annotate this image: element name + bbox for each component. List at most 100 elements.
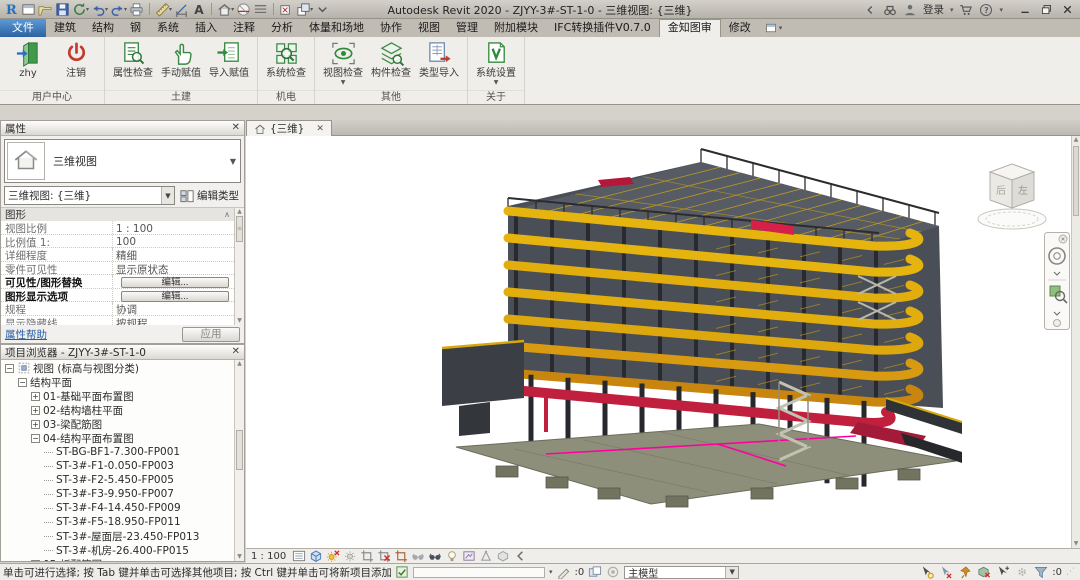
type-selector[interactable]: 三维视图 ▼ — [4, 139, 241, 183]
design-options-dropdown-icon[interactable]: ▼ — [725, 567, 738, 578]
tree-item[interactable]: −04-结构平面布置图 — [1, 431, 234, 445]
property-row[interactable]: 可见性/图形替换编辑... — [1, 275, 234, 289]
login-dropdown-icon[interactable]: ▾ — [950, 6, 954, 14]
view-check-button[interactable]: 视图检查▼ — [319, 39, 367, 86]
type-import-button[interactable]: 类型导入 — [415, 39, 463, 79]
help-dropdown-icon[interactable]: ▾ — [999, 6, 1003, 14]
revit-logo-icon[interactable]: R — [4, 1, 19, 17]
property-value[interactable]: 100 — [113, 236, 234, 248]
property-value[interactable]: 编辑... — [113, 291, 234, 302]
property-row[interactable]: 零件可见性显示原状态 — [1, 262, 234, 276]
properties-scrollbar[interactable]: ▲ ≡ ▼ — [234, 208, 244, 325]
login-button[interactable]: 登录 — [923, 2, 944, 17]
vc-crop-icon[interactable] — [360, 549, 374, 563]
sync-icon[interactable]: ▾ — [72, 1, 89, 17]
sel-face-icon[interactable] — [977, 565, 991, 579]
browser-scroll-up-icon[interactable]: ▲ — [235, 360, 244, 367]
property-row[interactable]: 规程协调 — [1, 302, 234, 316]
ribbon-tab-管理[interactable]: 管理 — [448, 19, 486, 37]
viewcube-back-label[interactable]: 后 — [996, 185, 1006, 197]
tree-item[interactable]: +02-结构墙柱平面 — [1, 403, 234, 417]
print-icon[interactable] — [129, 1, 144, 17]
home-3d-icon[interactable]: ▾ — [217, 1, 234, 17]
sel-drag-icon[interactable] — [996, 565, 1010, 579]
scroll-down-icon[interactable]: ▼ — [235, 317, 244, 324]
edit-button[interactable]: 编辑... — [121, 277, 230, 288]
tree-item[interactable]: ST-3#-F3-9.950-FP007 — [1, 487, 234, 501]
property-value[interactable]: 1 : 100 — [113, 223, 234, 235]
vc-analytic-icon[interactable] — [479, 549, 493, 563]
infocenter-collapse-icon[interactable] — [863, 3, 877, 17]
ribbon-tab-附加模块[interactable]: 附加模块 — [486, 19, 546, 37]
user-center-zhy-button[interactable]: zhy — [4, 39, 52, 79]
account-icon[interactable] — [903, 3, 917, 17]
import-assign-button[interactable]: 导入赋值 — [205, 39, 253, 79]
property-value[interactable]: 按规程 — [113, 316, 234, 326]
tree-expander-icon[interactable]: + — [31, 560, 40, 562]
ui-toggle-icon[interactable] — [21, 1, 36, 17]
type-selector-dropdown-icon[interactable]: ▼ — [226, 157, 240, 166]
system-check-button[interactable]: 系统检查 — [262, 39, 310, 79]
model-canvas[interactable]: 后 左 — [246, 136, 1080, 548]
vc-glasses-gray-icon[interactable] — [411, 549, 425, 563]
chev-icon[interactable] — [315, 1, 330, 17]
project-browser-header[interactable]: 项目浏览器 - ZJYY-3#-ST-1-0 ✕ — [1, 345, 244, 360]
redo-icon[interactable]: ▾ — [110, 1, 127, 17]
canvas-scroll-thumb[interactable] — [1073, 146, 1079, 216]
properties-close-icon[interactable]: ✕ — [232, 123, 240, 133]
ribbon-tab-分析[interactable]: 分析 — [263, 19, 301, 37]
ribbon-tab-金知图审[interactable]: 金知图审 — [659, 19, 721, 37]
app-store-icon[interactable] — [959, 3, 973, 17]
canvas-scroll-up-icon[interactable]: ▲ — [1072, 136, 1080, 143]
property-value[interactable]: 编辑... — [113, 277, 234, 288]
component-check-button[interactable]: 构件检查 — [367, 39, 415, 79]
minimize-button[interactable] — [1019, 3, 1032, 16]
properties-scroll-thumb[interactable]: ≡ — [236, 216, 243, 242]
instance-dropdown-icon[interactable]: ▼ — [161, 187, 174, 204]
close-button[interactable] — [1061, 3, 1074, 16]
properties-header[interactable]: 属性 ✕ — [1, 121, 244, 136]
ribbon-tab-IFC转换插件V0.7.0[interactable]: IFC转换插件V0.7.0 — [546, 19, 659, 37]
file-menu-button[interactable]: 文件 — [0, 19, 46, 37]
property-row[interactable]: 显示隐藏线按规程 — [1, 316, 234, 326]
vc-glasses-icon[interactable] — [428, 549, 442, 563]
tree-item[interactable]: ST-3#-F5-18.950-FP011 — [1, 515, 234, 529]
tree-expander-icon[interactable]: − — [5, 364, 14, 373]
property-row[interactable]: 详细程度精细 — [1, 248, 234, 262]
tree-item[interactable]: ST-3#-F1-0.050-FP003 — [1, 459, 234, 473]
property-row[interactable]: 比例值 1:100 — [1, 235, 234, 249]
help-icon[interactable]: ? — [979, 3, 993, 17]
vc-displace-icon[interactable] — [496, 549, 510, 563]
ribbon-tab-修改[interactable]: 修改 — [721, 19, 759, 37]
switch-windows-icon[interactable]: ▾ — [296, 1, 313, 17]
ribbon-tab-结构[interactable]: 结构 — [84, 19, 122, 37]
vc-temp-icon[interactable] — [462, 549, 476, 563]
model-3d-view[interactable] — [246, 136, 1080, 548]
editing-requests-icon[interactable] — [557, 565, 571, 579]
view-tab-3d[interactable]: {三维} ✕ — [246, 120, 332, 136]
status-field-dropdown-icon[interactable]: ▾ — [549, 568, 553, 576]
tree-item[interactable]: ST-3#-F2-5.450-FP005 — [1, 473, 234, 487]
viewcube[interactable]: 后 左 — [974, 158, 1050, 238]
gear-gray-icon[interactable] — [1015, 565, 1029, 579]
ribbon-tab-插入[interactable]: 插入 — [187, 19, 225, 37]
viewcube-left-label[interactable]: 左 — [1018, 184, 1028, 197]
search-icon[interactable] — [883, 3, 897, 17]
resize-grip[interactable]: ⋰ — [1066, 567, 1077, 577]
filter-icon[interactable] — [1034, 565, 1048, 579]
property-row[interactable]: 图形显示选项编辑... — [1, 289, 234, 303]
tree-expander-icon[interactable]: − — [31, 434, 40, 443]
browser-scroll-thumb[interactable] — [236, 430, 243, 470]
design-options-combo[interactable]: 主模型 ▼ — [624, 566, 739, 579]
vc-style-icon[interactable] — [309, 549, 323, 563]
section-icon[interactable] — [236, 1, 251, 17]
measure-icon[interactable]: ▾ — [155, 1, 172, 17]
tree-expander-icon[interactable]: + — [31, 406, 40, 415]
ribbon-tab-建筑[interactable]: 建筑 — [46, 19, 84, 37]
worksets-icon[interactable] — [588, 565, 602, 579]
tree-item[interactable]: +05-板配筋图 — [1, 557, 234, 561]
save-icon[interactable] — [55, 1, 70, 17]
text-a-icon[interactable]: A — [191, 1, 206, 17]
open-icon[interactable] — [38, 1, 53, 17]
tree-item[interactable]: −视图 (标高与视图分类) — [1, 361, 234, 375]
